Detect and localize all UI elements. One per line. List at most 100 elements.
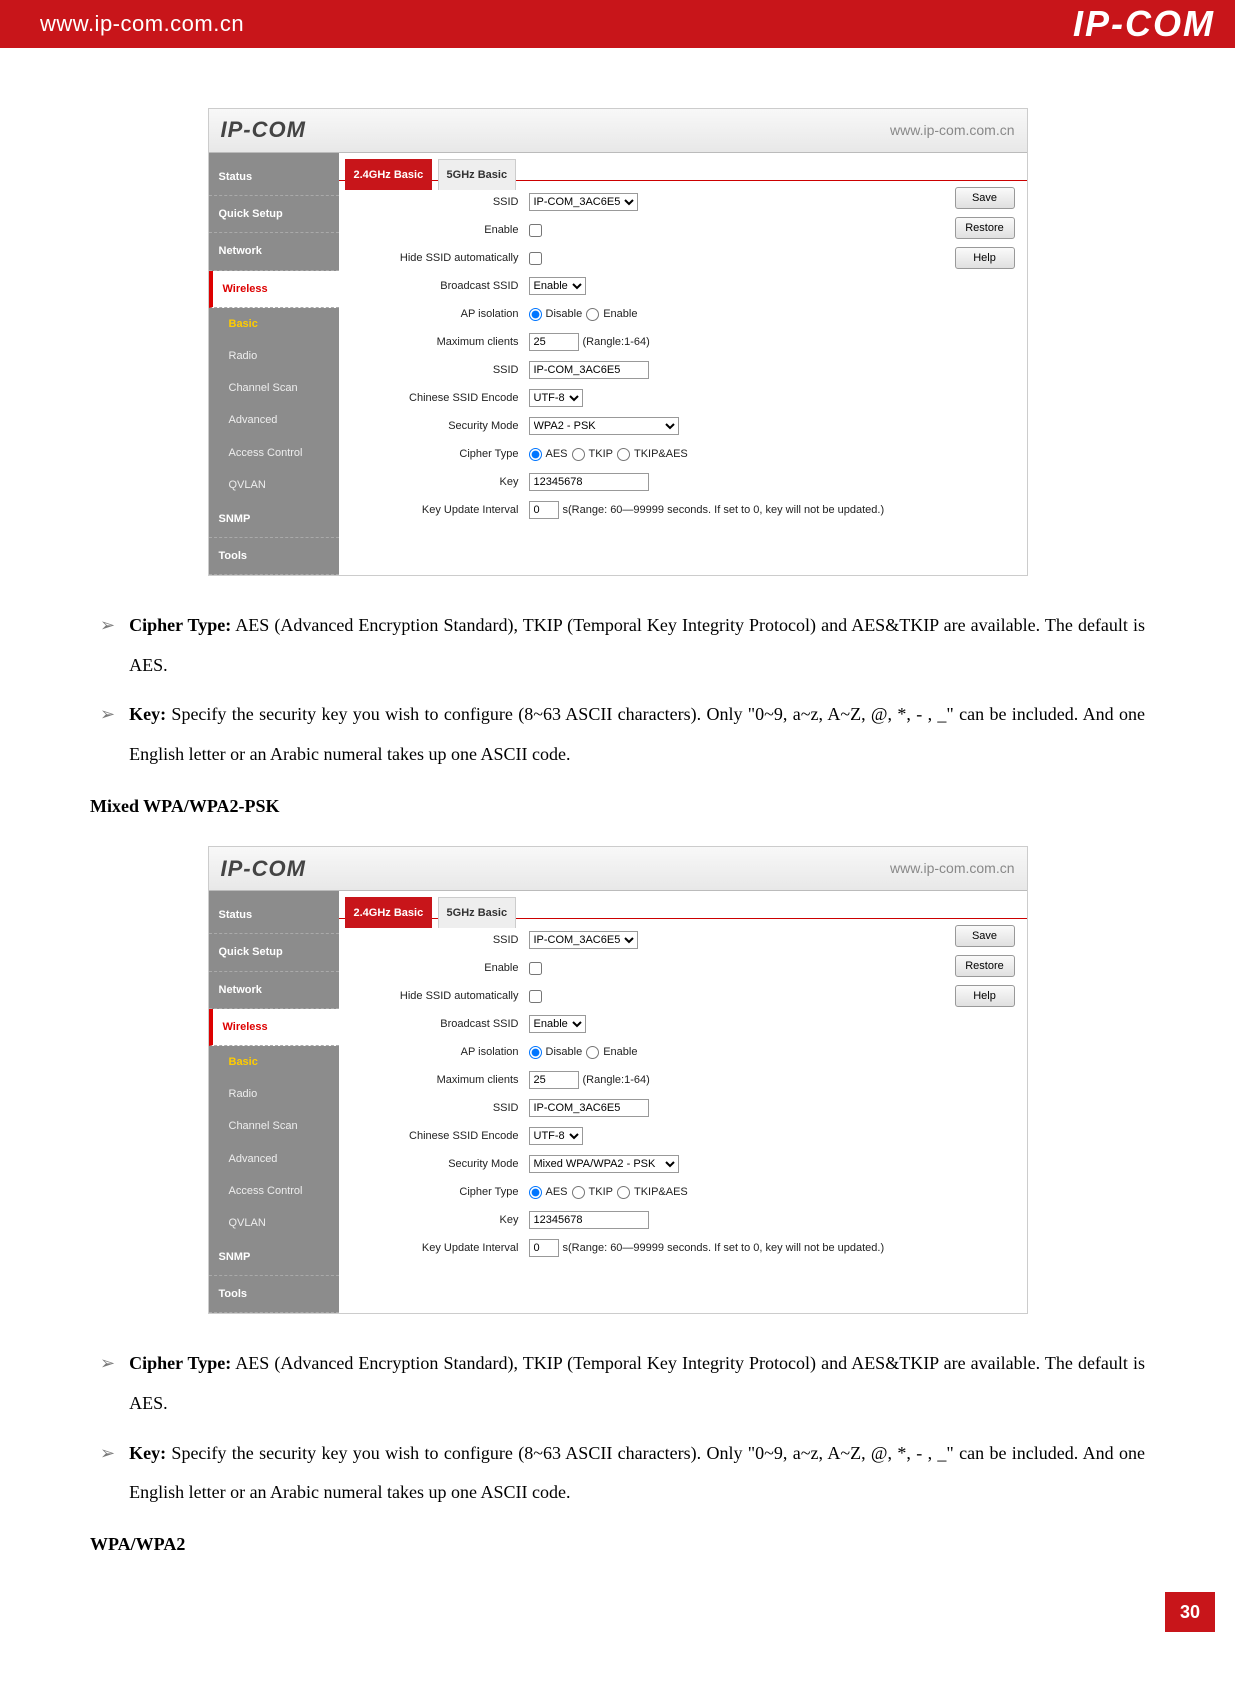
nav-network[interactable]: Network bbox=[209, 972, 339, 1009]
cipher-tkip-radio[interactable] bbox=[572, 1186, 585, 1199]
ssid2-input[interactable] bbox=[529, 361, 649, 379]
maxclients-hint: (Rangle:1-64) bbox=[583, 330, 650, 354]
encode-label: Chinese SSID Encode bbox=[339, 1124, 529, 1148]
ssid2-label: SSID bbox=[339, 1096, 529, 1120]
nav-network[interactable]: Network bbox=[209, 233, 339, 270]
save-button[interactable]: Save bbox=[955, 925, 1015, 947]
hide-checkbox[interactable] bbox=[529, 252, 542, 265]
nav-status[interactable]: Status bbox=[209, 159, 339, 196]
nav-advanced[interactable]: Advanced bbox=[209, 1143, 339, 1175]
side-buttons: Save Restore Help bbox=[955, 187, 1015, 269]
apiso-disable-radio[interactable] bbox=[529, 1046, 542, 1059]
apiso-disable-text: Disable bbox=[546, 302, 583, 326]
nav-channelscan[interactable]: Channel Scan bbox=[209, 1110, 339, 1142]
ssid-select[interactable]: IP-COM_3AC6E5 bbox=[529, 193, 638, 211]
hide-label: Hide SSID automatically bbox=[339, 246, 529, 270]
tab-5ghz[interactable]: 5GHz Basic bbox=[438, 897, 517, 928]
nav-wireless[interactable]: Wireless bbox=[209, 1009, 339, 1046]
enable-checkbox[interactable] bbox=[529, 962, 542, 975]
nav-tools[interactable]: Tools bbox=[209, 538, 339, 575]
help-button[interactable]: Help bbox=[955, 247, 1015, 269]
nav-basic[interactable]: Basic bbox=[209, 1046, 339, 1078]
interval-input[interactable] bbox=[529, 1239, 559, 1257]
router-nav: Status Quick Setup Network Wireless Basi… bbox=[209, 153, 339, 575]
bullet-key: ➢ Key: Specify the security key you wish… bbox=[100, 695, 1145, 774]
ssid-select[interactable]: IP-COM_3AC6E5 bbox=[529, 931, 638, 949]
save-button[interactable]: Save bbox=[955, 187, 1015, 209]
hide-label: Hide SSID automatically bbox=[339, 984, 529, 1008]
cipher-body: AES (Advanced Encryption Standard), TKIP… bbox=[129, 615, 1145, 675]
maxclients-input[interactable] bbox=[529, 333, 579, 351]
cipher-aes-radio[interactable] bbox=[529, 448, 542, 461]
restore-button[interactable]: Restore bbox=[955, 217, 1015, 239]
key-body: Specify the security key you wish to con… bbox=[129, 1443, 1145, 1503]
key-label: Key bbox=[339, 1208, 529, 1232]
nav-qvlan[interactable]: QVLAN bbox=[209, 1207, 339, 1239]
nav-radio[interactable]: Radio bbox=[209, 1078, 339, 1110]
cipher-tkip-radio[interactable] bbox=[572, 448, 585, 461]
nav-accesscontrol[interactable]: Access Control bbox=[209, 437, 339, 469]
key-input[interactable] bbox=[529, 473, 649, 491]
help-button[interactable]: Help bbox=[955, 985, 1015, 1007]
encode-select[interactable]: UTF-8 bbox=[529, 1127, 583, 1145]
encode-select[interactable]: UTF-8 bbox=[529, 389, 583, 407]
header-logo: IP-COM bbox=[1073, 3, 1215, 45]
enable-checkbox[interactable] bbox=[529, 224, 542, 237]
nav-quicksetup[interactable]: Quick Setup bbox=[209, 196, 339, 233]
hide-checkbox[interactable] bbox=[529, 990, 542, 1003]
heading-wpawpa2: WPA/WPA2 bbox=[90, 1525, 1145, 1565]
interval-label: Key Update Interval bbox=[339, 1236, 529, 1260]
security-select[interactable]: Mixed WPA/WPA2 - PSK bbox=[529, 1155, 679, 1173]
nav-advanced[interactable]: Advanced bbox=[209, 404, 339, 436]
nav-radio[interactable]: Radio bbox=[209, 340, 339, 372]
router-screenshot-1: IP-COM www.ip-com.com.cn Status Quick Se… bbox=[208, 108, 1028, 576]
tab-24ghz[interactable]: 2.4GHz Basic bbox=[345, 159, 433, 190]
interval-label: Key Update Interval bbox=[339, 498, 529, 522]
cipher-aes-radio[interactable] bbox=[529, 1186, 542, 1199]
apiso-disable-radio[interactable] bbox=[529, 308, 542, 321]
apiso-enable-radio[interactable] bbox=[586, 308, 599, 321]
apiso-enable-radio[interactable] bbox=[586, 1046, 599, 1059]
router-logo: IP-COM bbox=[221, 845, 306, 893]
key-lead: Key: bbox=[129, 704, 166, 724]
maxclients-input[interactable] bbox=[529, 1071, 579, 1089]
form-area: SSIDIP-COM_3AC6E5 Enable Hide SSID autom… bbox=[339, 181, 1027, 537]
nav-snmp[interactable]: SNMP bbox=[209, 501, 339, 538]
key-input[interactable] bbox=[529, 1211, 649, 1229]
broadcast-label: Broadcast SSID bbox=[339, 274, 529, 298]
tab-24ghz[interactable]: 2.4GHz Basic bbox=[345, 897, 433, 928]
enable-label: Enable bbox=[339, 218, 529, 242]
nav-snmp[interactable]: SNMP bbox=[209, 1239, 339, 1276]
nav-basic[interactable]: Basic bbox=[209, 308, 339, 340]
nav-status[interactable]: Status bbox=[209, 897, 339, 934]
apiso-enable-text: Enable bbox=[603, 1040, 637, 1064]
page-number: 30 bbox=[1165, 1592, 1215, 1632]
nav-qvlan[interactable]: QVLAN bbox=[209, 469, 339, 501]
broadcast-label: Broadcast SSID bbox=[339, 1012, 529, 1036]
security-label: Security Mode bbox=[339, 414, 529, 438]
cipher-both-radio[interactable] bbox=[617, 448, 630, 461]
nav-tools[interactable]: Tools bbox=[209, 1276, 339, 1313]
cipher-both-radio[interactable] bbox=[617, 1186, 630, 1199]
restore-button[interactable]: Restore bbox=[955, 955, 1015, 977]
router-topbar: IP-COM www.ip-com.com.cn bbox=[209, 109, 1027, 153]
cipher-aes-text: AES bbox=[546, 1180, 568, 1204]
nav-accesscontrol[interactable]: Access Control bbox=[209, 1175, 339, 1207]
nav-wireless[interactable]: Wireless bbox=[209, 271, 339, 308]
nav-channelscan[interactable]: Channel Scan bbox=[209, 372, 339, 404]
tabstrip: 2.4GHz Basic 5GHz Basic bbox=[339, 891, 1027, 919]
tab-5ghz[interactable]: 5GHz Basic bbox=[438, 159, 517, 190]
header-url: www.ip-com.com.cn bbox=[40, 11, 244, 37]
broadcast-select[interactable]: Enable bbox=[529, 277, 586, 295]
cipher-tkip-text: TKIP bbox=[589, 1180, 613, 1204]
broadcast-select[interactable]: Enable bbox=[529, 1015, 586, 1033]
router-url: www.ip-com.com.cn bbox=[890, 115, 1014, 146]
encode-label: Chinese SSID Encode bbox=[339, 386, 529, 410]
key-lead: Key: bbox=[129, 1443, 166, 1463]
chevron-icon: ➢ bbox=[100, 1434, 115, 1513]
security-select[interactable]: WPA2 - PSK bbox=[529, 417, 679, 435]
interval-input[interactable] bbox=[529, 501, 559, 519]
enable-label: Enable bbox=[339, 956, 529, 980]
nav-quicksetup[interactable]: Quick Setup bbox=[209, 934, 339, 971]
ssid2-input[interactable] bbox=[529, 1099, 649, 1117]
